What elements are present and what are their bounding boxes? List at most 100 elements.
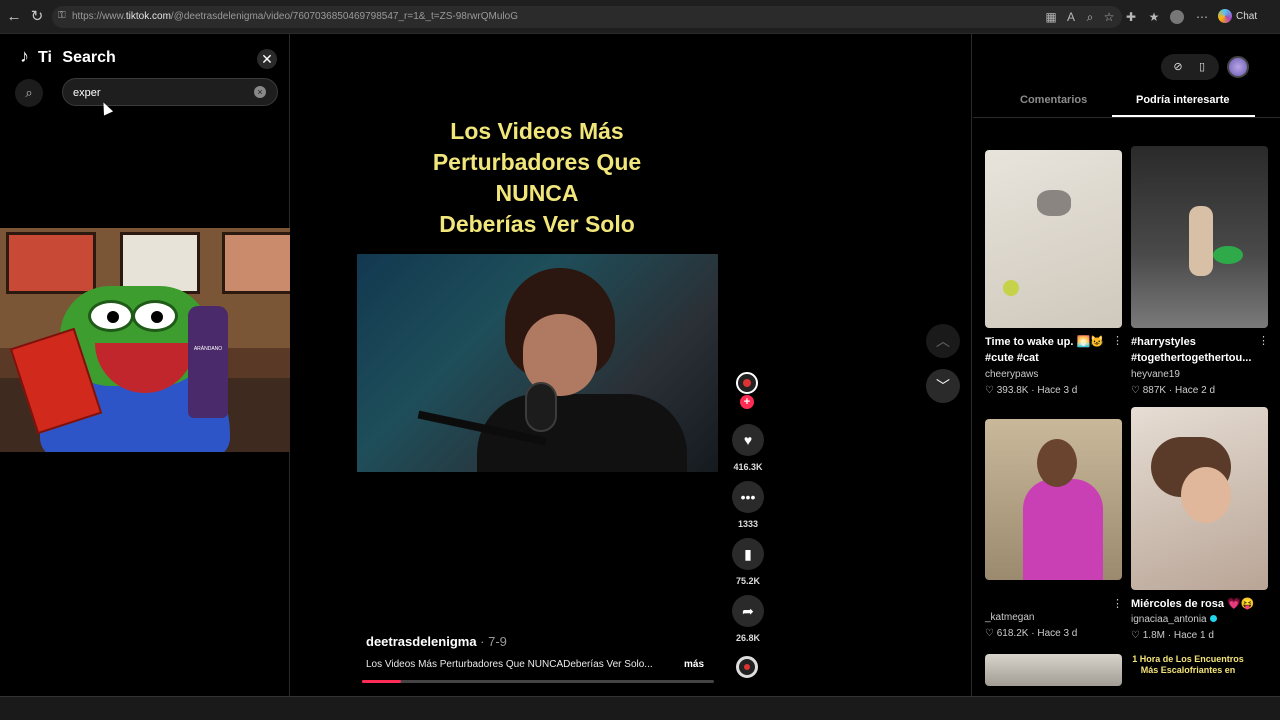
save-button[interactable]: ▮ bbox=[732, 538, 764, 570]
card-stats: ♡ 393.8K · Hace 3 d bbox=[985, 385, 1078, 396]
heart-icon: ♥ bbox=[743, 432, 753, 448]
active-tab-indicator bbox=[1112, 115, 1255, 117]
microphone bbox=[525, 382, 557, 432]
brand-text: Ti bbox=[38, 49, 52, 66]
video-thumbnail[interactable] bbox=[1131, 407, 1268, 590]
share-button[interactable]: ➦ bbox=[732, 595, 764, 627]
video-frame[interactable] bbox=[357, 254, 718, 472]
panel-tabs: Comentarios Podría interesarte bbox=[973, 90, 1280, 118]
person-hoodie bbox=[1023, 479, 1103, 580]
panel-top-icons: ⊘ ▯ bbox=[1161, 52, 1265, 82]
search-input[interactable] bbox=[73, 85, 243, 101]
card-stats: ♡ 1.8M · Hace 1 d bbox=[1131, 630, 1214, 641]
phone-icon[interactable]: ▯ bbox=[1191, 56, 1213, 78]
promo-thumbnail-text[interactable]: 1 Hora de Los Encuentros Más Escalofrian… bbox=[1123, 654, 1253, 676]
card-age: Hace 3 d bbox=[1037, 628, 1078, 639]
more-icon[interactable]: ⋯ bbox=[1194, 9, 1210, 25]
video-thumbnail[interactable] bbox=[1131, 146, 1268, 328]
card-likes: 618.2K bbox=[996, 628, 1029, 639]
chevron-down-icon: ﹀ bbox=[936, 378, 950, 394]
card-age: Hace 2 d bbox=[1175, 385, 1216, 396]
pepe-eye bbox=[132, 300, 178, 332]
title-line: Deberías Ver Solo bbox=[439, 211, 635, 237]
previous-video-button[interactable]: ︿ bbox=[926, 324, 960, 358]
video-author[interactable]: deetrasdelenigma · 7-9 bbox=[366, 634, 507, 649]
performer bbox=[1189, 206, 1213, 276]
card-menu-icon[interactable]: ⋮ bbox=[1258, 334, 1269, 347]
person-head bbox=[1037, 439, 1077, 487]
card-title[interactable]: #harrystyles #togethertogethertou... bbox=[1131, 334, 1261, 366]
comment-button[interactable]: ••• bbox=[732, 481, 764, 513]
bottle-label: ARÁNDANO bbox=[193, 346, 223, 352]
overlay-frame bbox=[120, 232, 200, 294]
bookmark-icon: ▮ bbox=[744, 546, 752, 562]
comment-count: 1333 bbox=[737, 519, 759, 529]
video-player[interactable]: Los Videos Más Perturbadores Que NUNCA D… bbox=[290, 34, 972, 696]
share-count: 26.8K bbox=[735, 633, 761, 643]
card-username-wrap[interactable]: ignaciaa_antonia bbox=[1131, 614, 1217, 625]
progress-bar[interactable] bbox=[362, 680, 714, 683]
kitten bbox=[1037, 190, 1071, 216]
card-likes: 393.8K bbox=[996, 385, 1029, 396]
card-likes: 1.8M bbox=[1142, 630, 1165, 641]
profile-icon[interactable] bbox=[1170, 10, 1184, 24]
browser-toolbar: ← ↻ ⚿ https://www.tiktok.com/@deetrasdel… bbox=[0, 0, 1280, 34]
collections-icon[interactable]: ★ bbox=[1146, 9, 1162, 25]
face bbox=[1181, 467, 1231, 523]
side-panel: ⊘ ▯ Comentarios Podría interesarte Time … bbox=[973, 34, 1280, 696]
ball bbox=[1003, 280, 1019, 296]
card-age: Hace 1 d bbox=[1173, 630, 1214, 641]
video-overlay-title: Los Videos Más Perturbadores Que NUNCA D… bbox=[357, 116, 717, 240]
title-line: NUNCA bbox=[495, 180, 579, 206]
card-username[interactable]: heyvane19 bbox=[1131, 369, 1180, 380]
creator-avatar[interactable] bbox=[736, 372, 758, 394]
like-button[interactable]: ♥ bbox=[732, 424, 764, 456]
author-name[interactable]: deetrasdelenigma bbox=[366, 634, 477, 649]
user-avatar[interactable] bbox=[1227, 56, 1249, 78]
clear-search-icon[interactable]: × bbox=[254, 86, 266, 98]
zoom-icon[interactable]: ⌕ bbox=[1082, 9, 1098, 25]
compass-icon[interactable]: ⊘ bbox=[1167, 56, 1189, 78]
comment-icon: ••• bbox=[740, 489, 756, 505]
title-line: Perturbadores Que bbox=[432, 149, 642, 175]
sound-disc[interactable] bbox=[736, 656, 758, 678]
progress-fill bbox=[362, 680, 401, 683]
like-count: 416.3K bbox=[733, 462, 763, 472]
back-icon[interactable]: ← bbox=[5, 8, 23, 26]
bottom-strip bbox=[0, 696, 1280, 720]
video-thumbnail[interactable] bbox=[985, 419, 1122, 580]
overlay-image: ARÁNDANO bbox=[0, 228, 306, 452]
card-username[interactable]: ignaciaa_antonia bbox=[1131, 614, 1207, 625]
juice-bottle: ARÁNDANO bbox=[188, 306, 228, 418]
favorite-icon[interactable]: ☆ bbox=[1101, 9, 1117, 25]
chat-button[interactable]: Chat bbox=[1218, 8, 1257, 26]
video-thumbnail[interactable] bbox=[985, 150, 1122, 328]
follow-button[interactable]: + bbox=[740, 395, 754, 409]
card-menu-icon[interactable]: ⋮ bbox=[1112, 334, 1123, 347]
chevron-up-icon: ︿ bbox=[936, 333, 950, 349]
search-icon[interactable]: ⌕ bbox=[15, 79, 43, 107]
card-age: Hace 3 d bbox=[1037, 385, 1078, 396]
next-video-button[interactable]: ﹀ bbox=[926, 369, 960, 403]
search-input-box[interactable]: × bbox=[62, 78, 278, 106]
card-title[interactable]: Miércoles de rosa 💗😝 bbox=[1131, 596, 1261, 612]
reload-icon[interactable]: ↻ bbox=[28, 8, 46, 26]
card-username[interactable]: _katmegan bbox=[985, 612, 1034, 623]
translate-icon[interactable]: A bbox=[1063, 9, 1079, 25]
card-title[interactable]: Time to wake up. 🌅😺 #cute #cat bbox=[985, 334, 1115, 366]
card-menu-icon[interactable]: ⋮ bbox=[1112, 597, 1123, 610]
apps-icon[interactable]: ▦ bbox=[1043, 9, 1059, 25]
address-bar[interactable]: ⚿ https://www.tiktok.com/@deetrasdelenig… bbox=[52, 6, 1122, 28]
extensions-icon[interactable]: ✚ bbox=[1123, 9, 1139, 25]
tab-podria-interesarte[interactable]: Podría interesarte bbox=[1136, 94, 1230, 106]
search-header: ♪ Ti Search bbox=[20, 46, 116, 70]
tab-comentarios[interactable]: Comentarios bbox=[1020, 94, 1087, 106]
more-button[interactable]: más bbox=[684, 659, 704, 670]
copilot-icon bbox=[1218, 9, 1232, 24]
green-object bbox=[1213, 246, 1243, 264]
pepe-eye bbox=[88, 300, 134, 332]
recommended-video-thumbnail[interactable] bbox=[985, 654, 1122, 686]
close-search-button[interactable]: ✕ bbox=[257, 49, 277, 69]
title-line: Los Videos Más bbox=[450, 118, 624, 144]
card-username[interactable]: cheerypaws bbox=[985, 369, 1038, 380]
